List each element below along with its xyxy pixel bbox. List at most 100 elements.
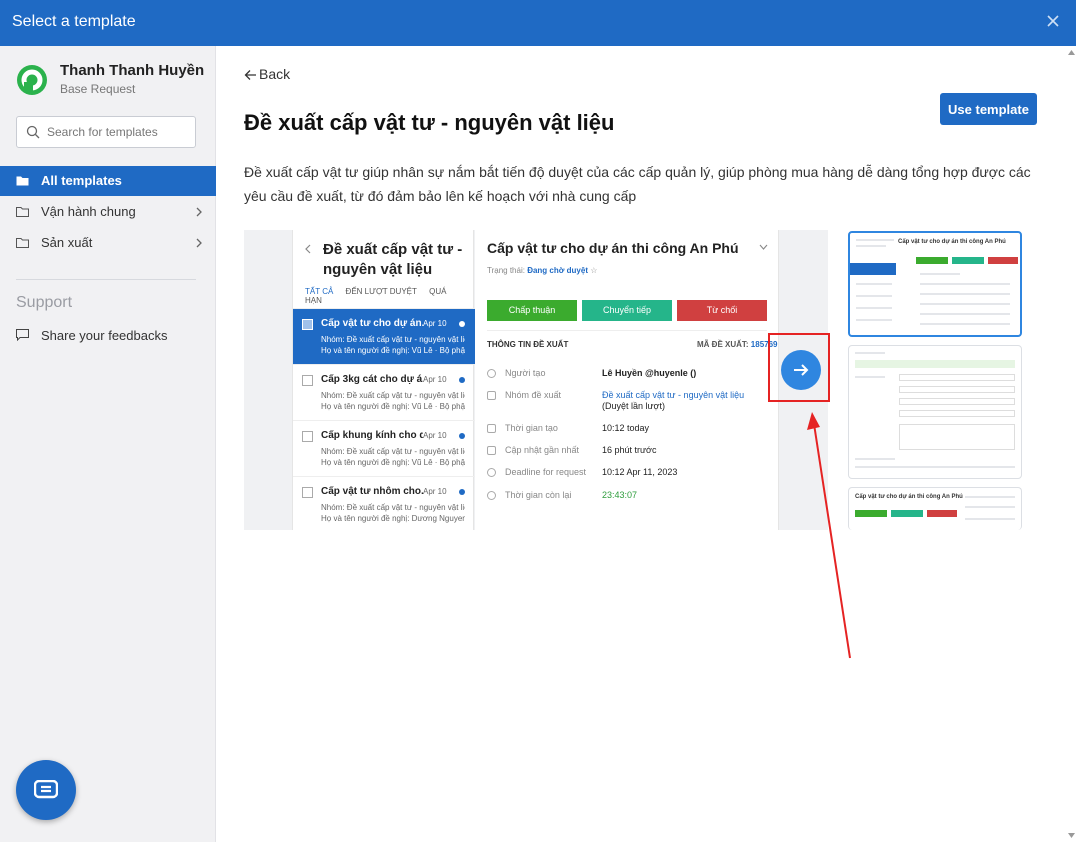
- thumb-forward-bar: [952, 257, 984, 264]
- sidebar-item-all-templates[interactable]: All templates: [0, 166, 216, 196]
- field-row: Thời gian còn lại 23:43:07: [487, 489, 773, 505]
- user-name: Thanh Thanh Huyền: [60, 62, 205, 79]
- detail-title: Cấp vật tư cho dự án thi công An Phú: [487, 240, 739, 256]
- field-value: Lê Huyền @huyenle (): [602, 368, 697, 378]
- thumb-approve-bar: [916, 257, 948, 264]
- thumb-line: [855, 458, 895, 460]
- thumb-line: [856, 295, 892, 297]
- folder-icon: [16, 176, 29, 186]
- preview-list-item: Cấp khung kính cho d... Apr 10 Nhóm: Đề …: [293, 420, 475, 476]
- thumb-line: [920, 273, 960, 275]
- unread-dot: [459, 489, 465, 495]
- document-icon: [487, 391, 496, 400]
- thumb-line: [855, 352, 885, 354]
- item-date: Apr 10: [423, 319, 447, 328]
- field-value: 10:12 today: [602, 423, 650, 433]
- preview-request-list: Đề xuất cấp vật tư - nguyên vật liệu TẤT…: [292, 230, 475, 530]
- thumbnail-3[interactable]: Cấp vật tư cho dự án thi công An Phú: [848, 487, 1022, 530]
- search-icon: [26, 125, 40, 139]
- message-icon: [16, 329, 29, 341]
- item-title: Cấp vật tư cho dự án...: [321, 318, 423, 329]
- thumb-field: [899, 410, 1015, 417]
- item-date: Apr 10: [423, 431, 447, 440]
- calendar-icon: [487, 424, 496, 433]
- preview-tab: ĐẾN LƯỢT DUYỆT: [345, 287, 417, 296]
- field-label: Thời gian tạo: [505, 423, 558, 433]
- page-title: Đề xuất cấp vật tư - nguyên vật liệu: [244, 110, 615, 135]
- sidebar-item-van-hanh-chung[interactable]: Vận hành chung: [0, 197, 216, 227]
- support-heading: Support: [16, 294, 73, 311]
- item-sub: Họ và tên người đề nghị: Vũ Lê · Bộ phận…: [321, 458, 465, 467]
- sidebar: Thanh Thanh Huyền Base Request All templ…: [0, 46, 216, 842]
- approve-button: Chấp thuận: [487, 300, 577, 321]
- sidebar-item-label: All templates: [41, 173, 122, 188]
- item-title: Cấp 3kg cát cho dự á...: [321, 374, 423, 385]
- thumb-line: [856, 245, 886, 247]
- chevron-left-icon: [305, 244, 311, 254]
- field-row: Nhóm đề xuất Đề xuất cấp vật tư - nguyên…: [487, 389, 773, 415]
- thumb-field: [899, 374, 1015, 381]
- back-label: Back: [259, 66, 291, 82]
- item-sub: Họ và tên người đề nghị: Dương Nguyen · …: [321, 514, 465, 523]
- thumb-line: [920, 303, 1010, 305]
- modal-title: Select a template: [12, 13, 136, 30]
- field-row: Cập nhật gần nhất 16 phút trước: [487, 444, 773, 460]
- thumb-line: [855, 376, 885, 378]
- preview-list-item: Cấp 3kg cát cho dự á... Apr 10 Nhóm: Đề …: [293, 364, 475, 420]
- app-logo-icon: [17, 65, 47, 95]
- field-row: Thời gian tạo 10:12 today: [487, 422, 773, 438]
- thumbnail-1[interactable]: Cấp vật tư cho dự án thi công An Phú: [848, 231, 1022, 337]
- thumb-line: [920, 323, 1010, 325]
- search-input[interactable]: [47, 123, 189, 141]
- thumb-textarea: [899, 424, 1015, 450]
- chat-button[interactable]: [16, 760, 76, 820]
- scrollbar[interactable]: [1067, 46, 1076, 842]
- thumb-banner: [855, 360, 1015, 368]
- checkbox: [302, 487, 313, 498]
- template-preview-image: Đề xuất cấp vật tư - nguyên vật liệu TẤT…: [244, 230, 828, 530]
- back-link[interactable]: Back: [244, 66, 290, 82]
- field-row: Deadline for request 10:12 Apr 11, 2023: [487, 466, 773, 482]
- sidebar-item-san-xuat[interactable]: Sản xuất: [0, 228, 216, 258]
- item-sub: Nhóm: Đề xuất cấp vật tư - nguyên vật li…: [321, 447, 465, 456]
- thumb-approve-bar: [855, 510, 887, 517]
- user-icon: [487, 369, 496, 378]
- preview-request-detail: Cấp vật tư cho dự án thi công An Phú Trạ…: [475, 230, 779, 530]
- item-sub: Nhóm: Đề xuất cấp vật tư - nguyên vật li…: [321, 391, 465, 400]
- use-template-button[interactable]: Use template: [940, 93, 1037, 125]
- chevron-down-icon: [759, 244, 768, 250]
- preview-tabs: TẤT CẢ ĐẾN LƯỢT DUYỆT QUÁ HẠN: [305, 287, 473, 305]
- forward-button: Chuyển tiếp: [582, 300, 672, 321]
- folder-icon: [16, 238, 29, 248]
- thumb-field: [899, 398, 1015, 405]
- share-feedback-link[interactable]: Share your feedbacks: [0, 320, 216, 350]
- unread-dot: [459, 321, 465, 327]
- field-label: Deadline for request: [505, 467, 587, 477]
- checkbox: [302, 431, 313, 442]
- scroll-up-icon[interactable]: [1068, 50, 1075, 55]
- thumbnail-2[interactable]: [848, 345, 1022, 479]
- thumb-forward-bar: [891, 510, 923, 517]
- thumb-line: [965, 496, 1015, 498]
- calendar-icon: [487, 446, 496, 455]
- sidebar-item-label: Sản xuất: [41, 235, 93, 250]
- unread-dot: [459, 377, 465, 383]
- checkbox: [302, 375, 313, 386]
- thumb-line: [920, 313, 1010, 315]
- sidebar-item-label: Vận hành chung: [41, 204, 136, 219]
- app-name: Base Request: [60, 82, 136, 96]
- field-label: Thời gian còn lại: [505, 490, 572, 500]
- item-title: Cấp khung kính cho d...: [321, 430, 423, 441]
- field-value: 23:43:07: [602, 490, 638, 500]
- field-row: Người tạo Lê Huyền @huyenle (): [487, 367, 773, 383]
- item-date: Apr 10: [423, 375, 447, 384]
- thumb-line: [856, 319, 892, 321]
- thumb-field: [899, 386, 1015, 393]
- close-icon[interactable]: [1046, 14, 1060, 28]
- thumb-line: [856, 283, 892, 285]
- thumb-line: [920, 283, 1010, 285]
- thumb-line: [856, 239, 894, 241]
- arrow-left-icon: [244, 70, 256, 80]
- highlight-box: [768, 333, 830, 402]
- scroll-down-icon[interactable]: [1068, 833, 1075, 838]
